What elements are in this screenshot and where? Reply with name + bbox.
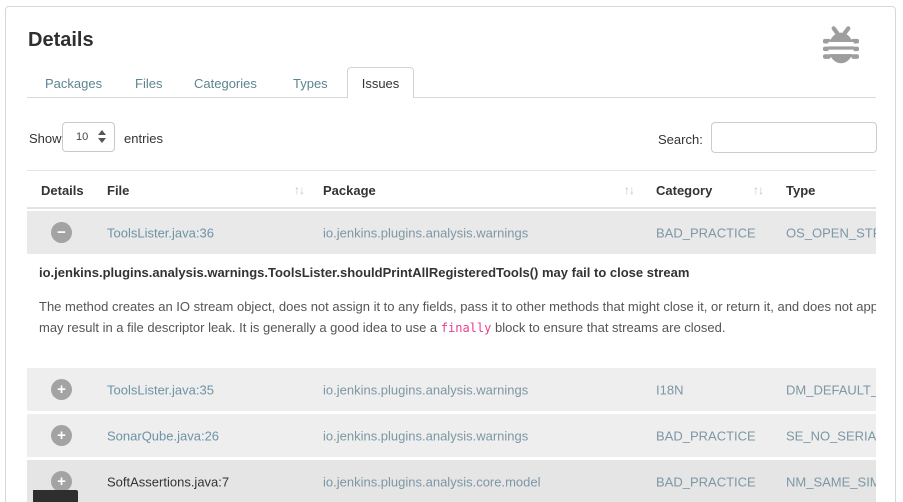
type-cell: NM_SAME_SIM bbox=[786, 474, 876, 489]
col-category[interactable]: Category bbox=[656, 183, 712, 198]
category-cell: BAD_PRACTICE bbox=[656, 474, 756, 489]
file-link[interactable]: SonarQube.java:26 bbox=[107, 428, 219, 443]
bug-icon bbox=[818, 23, 864, 69]
select-arrows-icon bbox=[98, 130, 106, 143]
col-type[interactable]: Type bbox=[786, 183, 815, 198]
package-cell: io.jenkins.plugins.analysis.warnings bbox=[323, 428, 528, 443]
tabs-underline bbox=[27, 97, 876, 98]
type-cell: OS_OPEN_STR bbox=[786, 225, 876, 240]
table-row: + SoftAssertions.java:7 io.jenkins.plugi… bbox=[27, 460, 876, 502]
sort-icon-package[interactable]: ↑↓ bbox=[624, 183, 634, 197]
table-row: + ToolsLister.java:35 io.jenkins.plugins… bbox=[27, 368, 876, 411]
issue-detail-line1: The method creates an IO stream object, … bbox=[39, 296, 876, 317]
issue-detail-line2-pre: may result in a file descriptor leak. It… bbox=[39, 320, 441, 335]
category-cell: I18N bbox=[656, 382, 683, 397]
package-cell: io.jenkins.plugins.analysis.core.model bbox=[323, 474, 541, 489]
issue-detail-line2-post: block to ensure that streams are closed. bbox=[491, 320, 725, 335]
tab-issues[interactable]: Issues bbox=[347, 67, 414, 98]
link-status-tooltip bbox=[33, 490, 78, 502]
sort-icon-category[interactable]: ↑↓ bbox=[753, 183, 763, 197]
collapse-details-button[interactable]: − bbox=[51, 222, 72, 243]
expand-details-button[interactable]: + bbox=[51, 471, 72, 492]
tab-categories[interactable]: Categories bbox=[194, 76, 257, 91]
search-label: Search: bbox=[658, 132, 703, 147]
col-file[interactable]: File bbox=[107, 183, 129, 198]
col-details: Details bbox=[41, 183, 84, 198]
details-card: Details Packages Files Categories Types … bbox=[5, 6, 896, 502]
file-link[interactable]: SoftAssertions.java:7 bbox=[107, 474, 229, 489]
package-cell: io.jenkins.plugins.analysis.warnings bbox=[323, 382, 528, 397]
code-token: finally bbox=[441, 321, 492, 335]
issue-detail-title: io.jenkins.plugins.analysis.warnings.Too… bbox=[39, 265, 876, 280]
package-cell: io.jenkins.plugins.analysis.warnings bbox=[323, 225, 528, 240]
issue-detail-panel: io.jenkins.plugins.analysis.warnings.Too… bbox=[39, 265, 876, 338]
page-size-select[interactable]: 10 bbox=[62, 122, 115, 152]
expand-details-button[interactable]: + bbox=[51, 379, 72, 400]
sort-icon-file[interactable]: ↑↓ bbox=[294, 183, 304, 197]
page-size-value: 10 bbox=[76, 131, 88, 143]
type-cell: SE_NO_SERIAL bbox=[786, 428, 876, 443]
table-row: − ToolsLister.java:36 io.jenkins.plugins… bbox=[27, 211, 876, 254]
tab-files[interactable]: Files bbox=[135, 76, 162, 91]
file-link[interactable]: ToolsLister.java:35 bbox=[107, 382, 214, 397]
page-title: Details bbox=[28, 29, 94, 52]
table-row: + SonarQube.java:26 io.jenkins.plugins.a… bbox=[27, 414, 876, 457]
tab-issues-label: Issues bbox=[362, 76, 400, 91]
issue-detail-line2: may result in a file descriptor leak. It… bbox=[39, 317, 876, 338]
table-header-row: Details File ↑↓ Package ↑↓ Category ↑↓ T… bbox=[27, 170, 876, 209]
category-cell: BAD_PRACTICE bbox=[656, 225, 756, 240]
issue-detail-body: The method creates an IO stream object, … bbox=[39, 296, 876, 338]
file-link[interactable]: ToolsLister.java:36 bbox=[107, 225, 214, 240]
col-package[interactable]: Package bbox=[323, 183, 376, 198]
expand-details-button[interactable]: + bbox=[51, 425, 72, 446]
type-cell: DM_DEFAULT_ bbox=[786, 382, 876, 397]
category-cell: BAD_PRACTICE bbox=[656, 428, 756, 443]
show-label: Show bbox=[29, 131, 62, 146]
search-input[interactable] bbox=[711, 122, 877, 153]
tab-types[interactable]: Types bbox=[293, 76, 328, 91]
tab-packages[interactable]: Packages bbox=[45, 76, 102, 91]
entries-label: entries bbox=[124, 131, 163, 146]
